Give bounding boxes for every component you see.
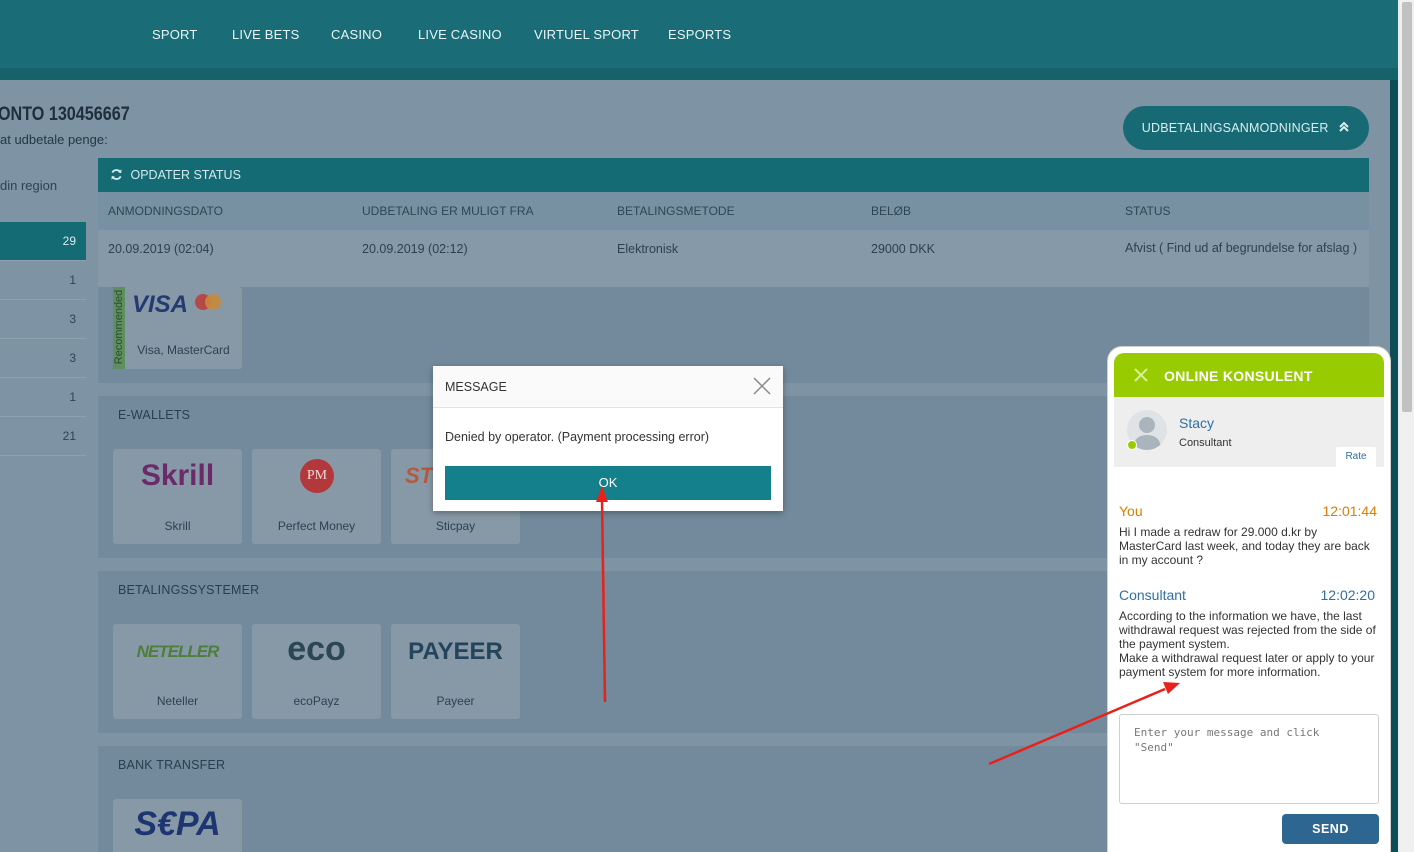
sticpay-label: Sticpay bbox=[435, 519, 476, 533]
withdrawal-requests-button[interactable]: UDBETALINGSANMODNINGER bbox=[1123, 106, 1369, 150]
nav-virtual-sport[interactable]: VIRTUEL SPORT bbox=[534, 27, 639, 42]
column-header: UDBETALING ER MULIGT FRA bbox=[362, 204, 534, 218]
payeer-label: Payeer bbox=[436, 694, 475, 708]
category-count[interactable]: 3 bbox=[0, 339, 86, 378]
column-header: STATUS bbox=[1125, 204, 1171, 218]
category-count[interactable]: 21 bbox=[0, 417, 86, 456]
status-rejected[interactable]: Afvist ( Find ud af begrundelse for afsl… bbox=[1125, 240, 1365, 257]
message-time: 12:02:20 bbox=[1320, 587, 1376, 603]
skrill-label: Skrill bbox=[164, 519, 191, 533]
message-dialog: MESSAGE Denied by operator. (Payment pro… bbox=[433, 366, 783, 511]
neteller-card[interactable]: NETELLER Neteller bbox=[113, 624, 242, 719]
message-sender: You bbox=[1119, 503, 1143, 519]
chat-message-user: You 12:01:44 Hi I made a redraw for 29.0… bbox=[1119, 503, 1381, 567]
method-category-list: 29 1 3 3 1 21 bbox=[0, 222, 86, 456]
bank-transfer-title: BANK TRANSFER bbox=[118, 758, 226, 772]
ok-button[interactable]: OK bbox=[445, 466, 771, 500]
category-count[interactable]: 3 bbox=[0, 300, 86, 339]
dialog-title: MESSAGE bbox=[445, 380, 507, 394]
chat-message-input[interactable] bbox=[1119, 714, 1379, 804]
neteller-logo: NETELLER bbox=[136, 642, 220, 661]
chat-header: ONLINE KONSULENT bbox=[1114, 353, 1384, 397]
column-header: ANMODNINGSDATO bbox=[108, 204, 223, 218]
chevron-double-up-icon bbox=[1339, 121, 1349, 132]
refresh-status-bar[interactable]: OPDATER STATUS bbox=[98, 158, 1369, 192]
message-sender: Consultant bbox=[1119, 587, 1186, 603]
close-icon[interactable] bbox=[1132, 366, 1150, 384]
amount: 29000 DKK bbox=[871, 242, 935, 256]
withdrawal-requests-label: UDBETALINGSANMODNINGER bbox=[1141, 121, 1329, 135]
top-navigation: SPORT LIVE BETS CASINO LIVE CASINO VIRTU… bbox=[0, 0, 1400, 68]
skrill-card[interactable]: Skrill Skrill bbox=[113, 449, 242, 544]
payment-method: Elektronisk bbox=[617, 242, 679, 256]
agent-role: Consultant bbox=[1179, 437, 1232, 449]
nav-live-casino[interactable]: LIVE CASINO bbox=[418, 27, 502, 42]
chat-widget: ONLINE KONSULENT Stacy Consultant Rate Y… bbox=[1108, 347, 1390, 852]
requests-table-header: ANMODNINGSDATO UDBETALING ER MULIGT FRA … bbox=[98, 192, 1369, 230]
neteller-label: Neteller bbox=[156, 694, 199, 708]
visa-logo: VISA bbox=[132, 291, 189, 318]
message-text: According to the information we have, th… bbox=[1119, 609, 1376, 679]
account-subtitle: at udbetale penge: bbox=[0, 132, 108, 147]
region-label: din region bbox=[0, 178, 58, 193]
category-count[interactable]: 1 bbox=[0, 261, 86, 300]
nav-casino[interactable]: CASINO bbox=[331, 27, 382, 42]
payment-systems-title: BETALINGSSYSTEMER bbox=[118, 583, 260, 597]
skrill-logo: Skrill bbox=[140, 459, 215, 492]
nav-live-bets[interactable]: LIVE BETS bbox=[232, 27, 300, 42]
agent-info: Stacy Consultant Rate bbox=[1114, 397, 1384, 467]
ecopayz-label: ecoPayz bbox=[293, 694, 340, 708]
message-time: 12:01:44 bbox=[1322, 503, 1378, 519]
message-text: Hi I made a redraw for 29.000 d.kr by Ma… bbox=[1119, 525, 1370, 567]
nav-divider bbox=[0, 68, 1400, 80]
scrollbar[interactable] bbox=[1400, 0, 1414, 852]
send-button[interactable]: SEND bbox=[1282, 814, 1379, 844]
visa-mastercard-label: Visa, MasterCard bbox=[137, 343, 230, 357]
scrollbar-thumb[interactable] bbox=[1402, 2, 1412, 412]
payeer-logo: PAYEER bbox=[408, 638, 503, 665]
perfect-money-label: Perfect Money bbox=[277, 519, 356, 533]
payeer-card[interactable]: PAYEER Payeer bbox=[391, 624, 520, 719]
nav-esports[interactable]: ESPORTS bbox=[668, 27, 731, 42]
column-header: BELØB bbox=[871, 204, 912, 218]
column-header: BETALINGSMETODE bbox=[617, 204, 735, 218]
rate-button[interactable]: Rate bbox=[1336, 447, 1376, 467]
category-count[interactable]: 1 bbox=[0, 378, 86, 417]
dialog-message: Denied by operator. (Payment processing … bbox=[445, 430, 710, 444]
close-icon[interactable] bbox=[751, 375, 773, 397]
chat-message-consultant: Consultant 12:02:20 According to the inf… bbox=[1119, 587, 1383, 679]
mastercard-icon bbox=[195, 294, 221, 310]
available-from: 20.09.2019 (02:12) bbox=[362, 242, 468, 256]
online-status-dot bbox=[1127, 440, 1137, 450]
ecopayz-logo: eco bbox=[287, 630, 346, 668]
refresh-status-label: OPDATER STATUS bbox=[130, 168, 241, 182]
perfect-money-logo: PM bbox=[300, 459, 334, 493]
account-title: ONTO 130456667 bbox=[0, 104, 130, 125]
ecopayz-card[interactable]: eco ecoPayz bbox=[252, 624, 381, 719]
request-date: 20.09.2019 (02:04) bbox=[108, 242, 214, 256]
sticpay-logo: ST bbox=[405, 463, 434, 488]
visa-mastercard-card[interactable]: Recommended VISA Visa, MasterCard bbox=[113, 287, 242, 369]
chat-title: ONLINE KONSULENT bbox=[1164, 368, 1313, 384]
perfect-money-card[interactable]: PM Perfect Money bbox=[252, 449, 381, 544]
sepa-card[interactable]: S€PA bbox=[113, 799, 242, 852]
table-row: 20.09.2019 (02:04) 20.09.2019 (02:12) El… bbox=[98, 230, 1369, 287]
agent-name: Stacy bbox=[1179, 415, 1215, 431]
ewallets-title: E-WALLETS bbox=[118, 408, 191, 422]
nav-sport[interactable]: SPORT bbox=[152, 27, 198, 42]
category-count[interactable]: 29 bbox=[0, 222, 86, 261]
refresh-icon bbox=[111, 169, 122, 180]
sepa-logo: S€PA bbox=[134, 805, 221, 843]
